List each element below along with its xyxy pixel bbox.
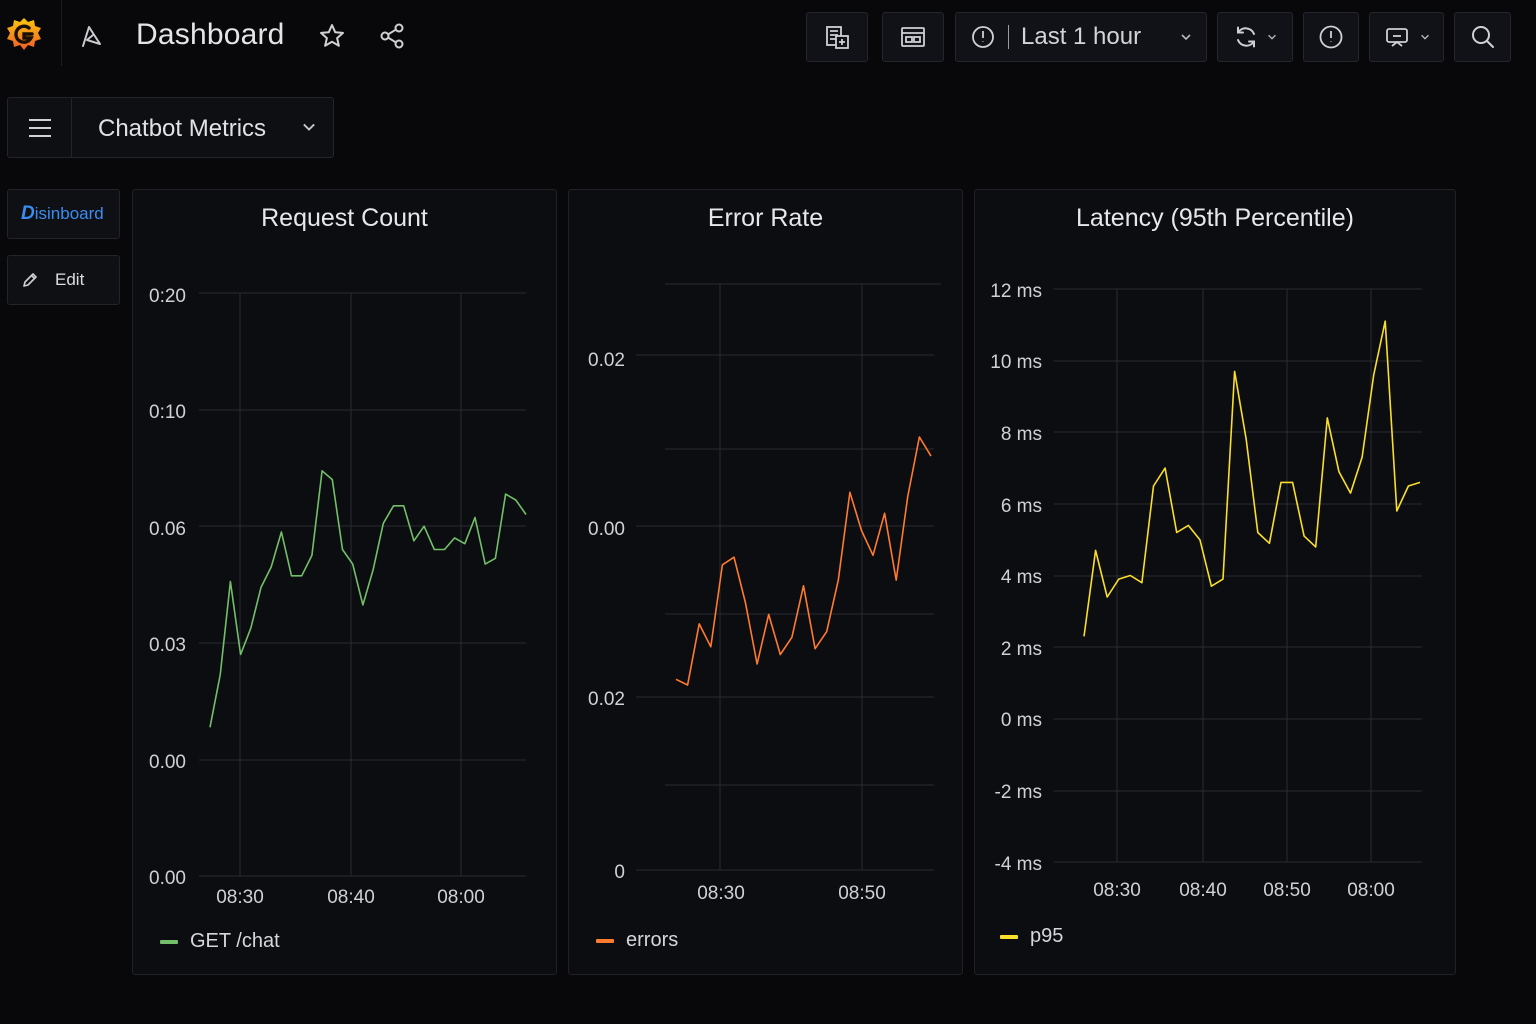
search-icon — [1471, 26, 1494, 48]
legend-item[interactable]: GET /chat — [160, 930, 280, 953]
search-button[interactable] — [1454, 12, 1511, 62]
x-tick-label: 08:50 — [1263, 880, 1311, 901]
legend-swatch — [596, 938, 614, 943]
y-tick-label: 0.00 — [588, 519, 625, 540]
x-tick-label: 08:00 — [1347, 880, 1395, 901]
request-count-chart: 0:20 0:10 0.06 0.03 0.00 0.00 08:30 08:4… — [149, 286, 527, 908]
header-divider — [61, 0, 62, 66]
chevron-down-icon[interactable] — [300, 118, 318, 136]
top-bar: Dashboard Last 1 hour — [0, 0, 1536, 76]
add-panel-button[interactable] — [806, 12, 868, 62]
legend-item[interactable]: errors — [596, 929, 678, 952]
series-line-get-chat — [209, 469, 527, 728]
y-tick-label: 0 — [614, 862, 625, 883]
edit-label: Edit — [55, 270, 85, 289]
y-tick-label: 8 ms — [1001, 424, 1042, 445]
y-tick-label: 0.00 — [149, 868, 186, 889]
y-tick-label: 0.02 — [588, 350, 625, 371]
series-line-errors — [675, 436, 932, 686]
x-tick-label: 08:40 — [1179, 880, 1227, 901]
page-title: Dashboard — [136, 18, 285, 51]
y-tick-label: 6 ms — [1001, 496, 1042, 517]
y-tick-label: 0.03 — [149, 635, 186, 656]
legend-item[interactable]: p95 — [1000, 925, 1063, 948]
x-tick-label: 08:00 — [437, 887, 485, 908]
legend-swatch — [1000, 934, 1018, 939]
clock-icon — [972, 26, 994, 48]
series-line-p95 — [1083, 320, 1421, 637]
tv-mode-button[interactable] — [1369, 12, 1444, 62]
time-range-label: Last 1 hour — [1021, 23, 1142, 50]
y-tick-label: 0:10 — [149, 402, 186, 423]
y-tick-label: 0 ms — [1001, 710, 1042, 731]
info-icon — [1319, 25, 1343, 49]
x-tick-label: 08:30 — [216, 887, 264, 908]
y-tick-label: 0:20 — [149, 286, 186, 307]
save-dashboard-button[interactable] — [882, 12, 944, 62]
time-range-picker[interactable]: Last 1 hour — [955, 12, 1207, 62]
time-range-separator — [1008, 25, 1009, 49]
dashboard-selector: Chatbot Metrics — [7, 97, 334, 158]
dashboards-icon[interactable] — [78, 23, 106, 51]
refresh-button[interactable] — [1217, 12, 1293, 62]
y-tick-label: 0.06 — [149, 519, 186, 540]
edit-button[interactable]: Edit — [7, 255, 120, 305]
y-tick-label: 2 ms — [1001, 639, 1042, 660]
chevron-down-icon — [1420, 34, 1429, 40]
request-count-panel[interactable]: Request Count 0:20 0:10 0.06 0.03 0.00 0… — [132, 189, 557, 975]
save-dashboard-icon — [901, 27, 925, 47]
legend-label: errors — [626, 929, 679, 951]
menu-button[interactable] — [8, 98, 72, 157]
y-tick-label: 4 ms — [1001, 567, 1042, 588]
brand-logo-letter: D — [21, 203, 35, 224]
tv-mode-icon — [1385, 28, 1408, 47]
x-tick-label: 08:40 — [327, 887, 375, 908]
y-tick-label: 10 ms — [990, 352, 1042, 373]
y-tick-label: -2 ms — [995, 782, 1043, 803]
star-icon[interactable] — [318, 22, 346, 50]
y-tick-label: -4 ms — [995, 854, 1043, 875]
y-tick-label: 0.00 — [149, 752, 186, 773]
x-tick-label: 08:50 — [838, 883, 886, 904]
brand-button[interactable]: D isinboard — [7, 189, 120, 239]
legend-label: p95 — [1030, 925, 1064, 947]
hamburger-menu-icon — [28, 118, 51, 137]
dashboard-name[interactable]: Chatbot Metrics — [98, 115, 266, 143]
y-tick-label: 0.02 — [588, 689, 625, 710]
legend-label: GET /chat — [190, 930, 280, 952]
pencil-icon — [23, 273, 37, 287]
x-tick-label: 08:30 — [1093, 880, 1141, 901]
x-tick-label: 08:30 — [697, 883, 745, 904]
add-panel-icon — [826, 26, 849, 49]
refresh-icon — [1237, 26, 1255, 48]
legend-swatch — [160, 939, 178, 944]
brand-text: isinboard — [34, 204, 104, 223]
y-tick-label: 12 ms — [990, 281, 1042, 302]
latency-chart: 12 ms 10 ms 8 ms 6 ms 4 ms 2 ms 0 ms -2 … — [990, 281, 1422, 901]
chevron-down-icon — [1268, 34, 1276, 40]
error-rate-panel[interactable]: Error Rate 0.02 0.00 0.02 0 08:30 08:50 … — [568, 189, 963, 975]
chevron-down-icon — [1181, 34, 1191, 41]
latency-panel[interactable]: Latency (95th Percentile) 12 ms 10 ms 8 … — [974, 189, 1456, 975]
error-rate-chart: 0.02 0.00 0.02 0 08:30 08:50 — [588, 283, 941, 904]
info-button[interactable] — [1303, 12, 1359, 62]
grafana-logo-icon[interactable] — [4, 14, 44, 58]
share-icon[interactable] — [378, 22, 406, 50]
